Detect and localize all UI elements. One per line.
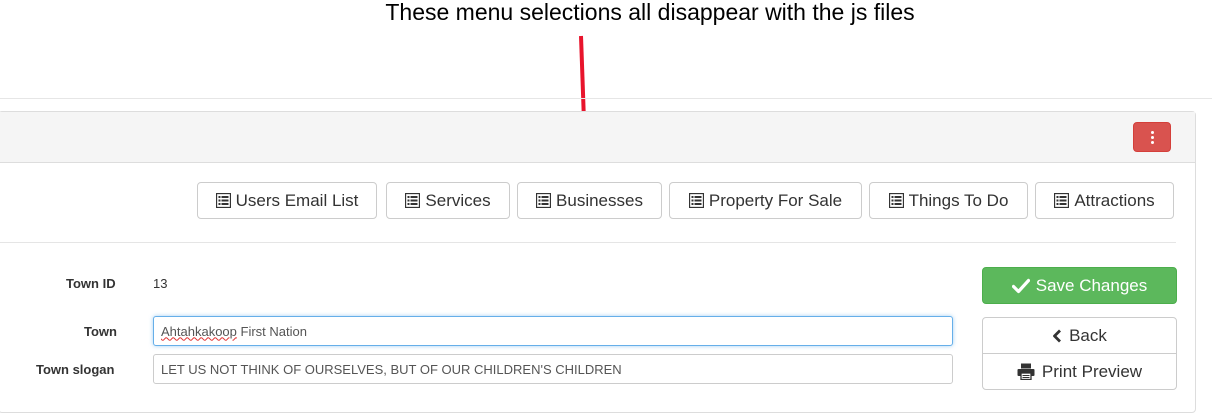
- town-slogan-label: Town slogan: [36, 362, 115, 377]
- town-label: Town: [84, 324, 117, 339]
- town-input[interactable]: Ahtahkakoop First Nation: [153, 316, 953, 346]
- town-slogan-text: LET US NOT THINK OF OURSELVES, BUT OF OU…: [161, 361, 622, 377]
- top-divider: [0, 98, 1212, 99]
- town-slogan-input[interactable]: LET US NOT THINK OF OURSELVES, BUT OF OU…: [153, 354, 953, 384]
- chevron-left-icon: [1053, 329, 1062, 342]
- menu-button-property-for-sale[interactable]: Property For Sale: [669, 182, 862, 219]
- list-alt-icon: [888, 193, 904, 208]
- town-id-label: Town ID: [66, 276, 116, 291]
- list-alt-icon: [215, 193, 231, 208]
- print-preview-button[interactable]: Print Preview: [982, 353, 1177, 390]
- list-alt-icon: [405, 193, 421, 208]
- menu-button-services[interactable]: Services: [386, 182, 510, 219]
- print-preview-label: Print Preview: [1041, 361, 1143, 381]
- town-input-text: First Nation: [236, 323, 307, 339]
- list-alt-icon: [536, 193, 552, 208]
- save-changes-label: Save Changes: [1035, 275, 1148, 295]
- menu-button-label: Things To Do: [908, 190, 1009, 210]
- menu-button-attractions[interactable]: Attractions: [1035, 182, 1174, 219]
- annotation-text: These menu selections all disappear with…: [385, 0, 915, 25]
- back-button[interactable]: Back: [982, 317, 1177, 354]
- menu-button-label: Users Email List: [235, 190, 359, 210]
- menu-button-label: Attractions: [1074, 190, 1155, 210]
- menu-button-label: Services: [425, 190, 491, 210]
- kebab-icon: [1150, 130, 1154, 144]
- back-label: Back: [1069, 325, 1107, 345]
- menu-button-users-email-list[interactable]: Users Email List: [197, 182, 377, 219]
- list-alt-icon: [688, 193, 704, 208]
- menu-button-label: Businesses: [556, 190, 643, 210]
- menu-button-businesses[interactable]: Businesses: [517, 182, 662, 219]
- options-menu-button[interactable]: [1133, 122, 1171, 152]
- print-icon: [1017, 363, 1035, 380]
- panel-heading: [0, 112, 1195, 163]
- town-input-misspelled-word: Ahtahkakoop: [161, 323, 237, 339]
- check-icon: [1011, 278, 1030, 293]
- save-changes-button[interactable]: Save Changes: [982, 267, 1177, 304]
- town-id-value: 13: [153, 276, 168, 291]
- list-alt-icon: [1054, 193, 1070, 208]
- menu-button-label: Property For Sale: [708, 190, 843, 210]
- menu-divider: [0, 242, 1176, 243]
- menu-button-things-to-do[interactable]: Things To Do: [869, 182, 1028, 219]
